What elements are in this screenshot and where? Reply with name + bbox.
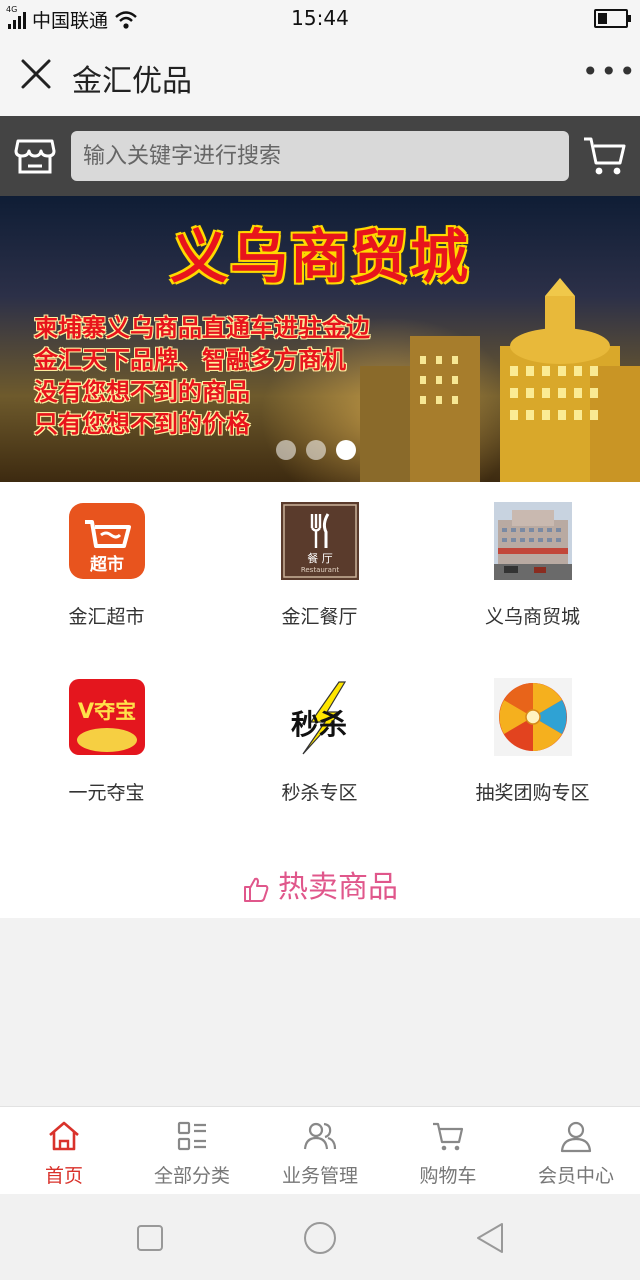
category-grid: 超市 金汇超市 餐 厅 Restaurant 金汇餐厅 义乌商贸城 V夺宝 一元… bbox=[0, 482, 640, 918]
nav-label: 首页 bbox=[44, 1165, 83, 1187]
category-label: 抽奖团购专区 bbox=[475, 782, 590, 804]
status-bar: 4G 中国联通 15:44 bbox=[0, 0, 640, 36]
carousel-dot-active[interactable] bbox=[336, 440, 356, 460]
carousel-dots bbox=[276, 440, 356, 460]
nav-home[interactable]: 首页 bbox=[0, 1107, 128, 1195]
recent-apps-button[interactable] bbox=[130, 1218, 170, 1258]
nav-label: 业务管理 bbox=[281, 1165, 358, 1187]
nav-label: 会员中心 bbox=[537, 1165, 614, 1187]
battery-icon bbox=[594, 9, 631, 28]
nav-label: 购物车 bbox=[419, 1165, 477, 1187]
nav-label: 全部分类 bbox=[153, 1165, 230, 1187]
svg-text:秒杀: 秒杀 bbox=[291, 708, 347, 741]
search-input[interactable] bbox=[71, 131, 569, 181]
bottom-nav: 首页 全部分类 业务管理 购物车 会员中心 bbox=[0, 1106, 640, 1195]
treasure-icon: V夺宝 bbox=[69, 679, 145, 755]
promo-banner[interactable]: 义乌商贸城 柬埔寨义乌商品直通车进驻金边 金汇天下品牌、智融多方商机 没有您想不… bbox=[0, 196, 640, 482]
banner-text: 柬埔寨义乌商品直通车进驻金边 金汇天下品牌、智融多方商机 没有您想不到的商品 只… bbox=[34, 312, 370, 440]
system-nav-bar bbox=[0, 1194, 640, 1280]
supermarket-icon: 超市 bbox=[69, 503, 145, 579]
banner-line: 金汇天下品牌、智融多方商机 bbox=[34, 346, 346, 374]
svg-text:V夺宝: V夺宝 bbox=[78, 699, 136, 723]
cart-icon bbox=[433, 1122, 464, 1151]
category-restaurant[interactable]: 餐 厅 Restaurant 金汇餐厅 bbox=[213, 482, 426, 628]
category-trade-city[interactable]: 义乌商贸城 bbox=[426, 482, 639, 628]
cart-icon[interactable] bbox=[582, 134, 628, 178]
home-icon bbox=[49, 1121, 79, 1151]
restaurant-icon: 餐 厅 Restaurant bbox=[281, 502, 359, 580]
back-button[interactable] bbox=[470, 1218, 510, 1258]
category-label: 义乌商贸城 bbox=[484, 606, 580, 628]
users-icon bbox=[303, 1122, 337, 1150]
lottery-wheel-icon bbox=[494, 678, 572, 756]
hot-products-heading: 热卖商品 bbox=[0, 862, 640, 906]
svg-text:餐 厅: 餐 厅 bbox=[307, 551, 333, 565]
building-illustration bbox=[360, 278, 640, 482]
carousel-dot[interactable] bbox=[276, 440, 296, 460]
category-flash-sale[interactable]: 秒杀 秒杀专区 bbox=[213, 658, 426, 804]
thumbs-up-icon bbox=[244, 877, 269, 902]
hot-products-title: 热卖商品 bbox=[278, 870, 398, 905]
store-icon[interactable] bbox=[14, 136, 56, 176]
banner-line: 只有您想不到的价格 bbox=[34, 410, 250, 438]
title-bar: 金汇优品 ••• bbox=[0, 36, 640, 116]
more-options-button[interactable]: ••• bbox=[582, 58, 636, 90]
banner-line: 柬埔寨义乌商品直通车进驻金边 bbox=[34, 314, 370, 342]
nav-business[interactable]: 业务管理 bbox=[256, 1107, 384, 1195]
category-label: 金汇餐厅 bbox=[281, 606, 358, 628]
category-label: 金汇超市 bbox=[68, 606, 145, 628]
page-title: 金汇优品 bbox=[72, 64, 192, 99]
status-time: 15:44 bbox=[291, 6, 349, 30]
nav-member[interactable]: 会员中心 bbox=[512, 1107, 640, 1195]
category-label: 秒杀专区 bbox=[281, 782, 358, 804]
flash-sale-icon: 秒杀 bbox=[281, 678, 359, 756]
category-supermarket[interactable]: 超市 金汇超市 bbox=[0, 482, 213, 628]
banner-title: 义乌商贸城 bbox=[169, 223, 470, 291]
close-icon[interactable] bbox=[18, 56, 54, 92]
search-bar bbox=[0, 116, 640, 196]
svg-text:Restaurant: Restaurant bbox=[301, 566, 340, 574]
category-lottery[interactable]: 抽奖团购专区 bbox=[426, 658, 639, 804]
svg-text:超市: 超市 bbox=[90, 554, 124, 575]
category-icon bbox=[177, 1121, 206, 1151]
user-icon bbox=[560, 1121, 592, 1153]
home-button[interactable] bbox=[300, 1218, 340, 1258]
category-label: 一元夺宝 bbox=[68, 782, 145, 804]
carousel-dot[interactable] bbox=[306, 440, 326, 460]
nav-cart[interactable]: 购物车 bbox=[384, 1107, 512, 1195]
nav-categories[interactable]: 全部分类 bbox=[128, 1107, 256, 1195]
banner-line: 没有您想不到的商品 bbox=[34, 378, 250, 406]
category-treasure[interactable]: V夺宝 一元夺宝 bbox=[0, 658, 213, 804]
trade-city-photo bbox=[494, 502, 572, 580]
